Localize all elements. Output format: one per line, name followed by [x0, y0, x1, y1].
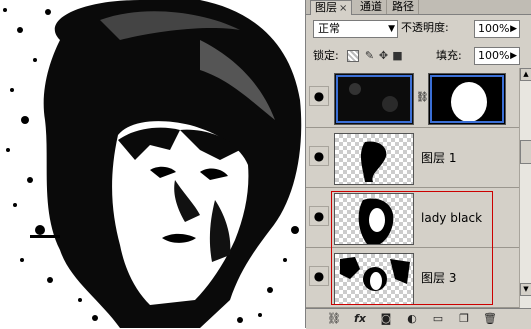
fx-icon[interactable]: fx: [352, 311, 368, 327]
layer-name: lady black: [421, 211, 483, 225]
opacity-input[interactable]: 100% ▶: [474, 20, 520, 38]
folder-icon[interactable]: ▭: [430, 311, 446, 327]
chevron-right-icon[interactable]: ▶: [510, 48, 517, 64]
thumbnail-shape: [358, 198, 394, 244]
layer-name: 图层 1: [421, 151, 457, 165]
chevron-down-icon: ▼: [388, 24, 395, 34]
blend-mode-value: 正常: [318, 22, 340, 35]
layers-scrollbar[interactable]: ▲ ▼: [519, 68, 531, 308]
tab-paths[interactable]: 路径: [388, 0, 419, 14]
close-icon[interactable]: ×: [339, 3, 347, 14]
tab-layers-label: 图层: [315, 1, 337, 14]
eye-icon[interactable]: ●: [309, 146, 329, 166]
lock-toolbar: 锁定: ✎ ✥ ■ 填充: 100% ▶: [306, 44, 531, 69]
layer-mask-thumbnail[interactable]: [428, 73, 506, 125]
opacity-label: 不透明度:: [401, 21, 449, 34]
scroll-down-icon[interactable]: ▼: [520, 283, 531, 296]
layer-thumbnail: [334, 253, 414, 305]
new-layer-icon[interactable]: ❐: [456, 311, 472, 327]
layer-row[interactable]: ● ⛓: [306, 68, 519, 128]
ink-splatter-artwork: [0, 0, 305, 328]
tab-channels[interactable]: 通道: [356, 0, 387, 14]
adjustment-icon[interactable]: ◐: [404, 311, 420, 327]
panel-tabs: 图层 × 通道 路径: [306, 0, 531, 15]
scroll-up-icon[interactable]: ▲: [520, 68, 531, 81]
layer-row[interactable]: ● 图层 3: [306, 248, 519, 308]
trash-icon[interactable]: 🗑: [482, 311, 498, 327]
thumbnail-texture: [335, 74, 413, 124]
document-canvas[interactable]: [0, 0, 305, 328]
chevron-right-icon[interactable]: ▶: [510, 21, 517, 37]
layer-name: 图层 3: [421, 271, 457, 285]
brush-icon[interactable]: ✎: [363, 49, 376, 62]
lock-transparent-icon[interactable]: [347, 50, 359, 62]
mask-texture: [429, 74, 505, 124]
blend-toolbar: 正常 ▼ 不透明度: 100% ▶: [306, 16, 531, 42]
thumbnail-shape: [340, 257, 410, 291]
layer-row[interactable]: ● lady black: [306, 188, 519, 248]
opacity-value: 100%: [478, 22, 510, 35]
link-icon[interactable]: ⛓: [326, 311, 342, 327]
tab-paths-label: 路径: [392, 0, 414, 13]
tab-layers[interactable]: 图层 ×: [310, 0, 353, 15]
move-icon[interactable]: ✥: [377, 49, 390, 62]
layers-list: ● ⛓ ● 图层 1 ● lady black ● 图层 3: [306, 68, 519, 308]
layer-thumbnail: [334, 193, 414, 245]
eye-icon[interactable]: ●: [309, 86, 329, 106]
layer-row[interactable]: ● 图层 1: [306, 128, 519, 188]
layer-thumbnail: [334, 133, 414, 185]
blend-mode-select[interactable]: 正常 ▼: [313, 20, 398, 38]
thumbnail-shape: [360, 141, 387, 182]
fill-value: 100%: [478, 49, 510, 62]
lock-icon[interactable]: ■: [391, 49, 404, 62]
fill-input[interactable]: 100% ▶: [474, 47, 520, 65]
layers-panel: 图层 × 通道 路径 正常 ▼ 不透明度: 100% ▶ 锁定: ✎ ✥ ■ 填充…: [305, 0, 531, 329]
eye-icon[interactable]: ●: [309, 266, 329, 286]
fill-label: 填充:: [436, 49, 462, 62]
layer-thumbnail: [334, 73, 414, 125]
mask-icon[interactable]: ◙: [378, 311, 394, 327]
scrollbar-thumb[interactable]: [520, 140, 531, 164]
lock-label: 锁定:: [313, 49, 339, 62]
link-icon[interactable]: ⛓: [416, 92, 429, 103]
layers-bottom-toolbar: ⛓ fx ◙ ◐ ▭ ❐ 🗑: [306, 308, 531, 329]
tab-channels-label: 通道: [360, 0, 382, 13]
eye-icon[interactable]: ●: [309, 206, 329, 226]
